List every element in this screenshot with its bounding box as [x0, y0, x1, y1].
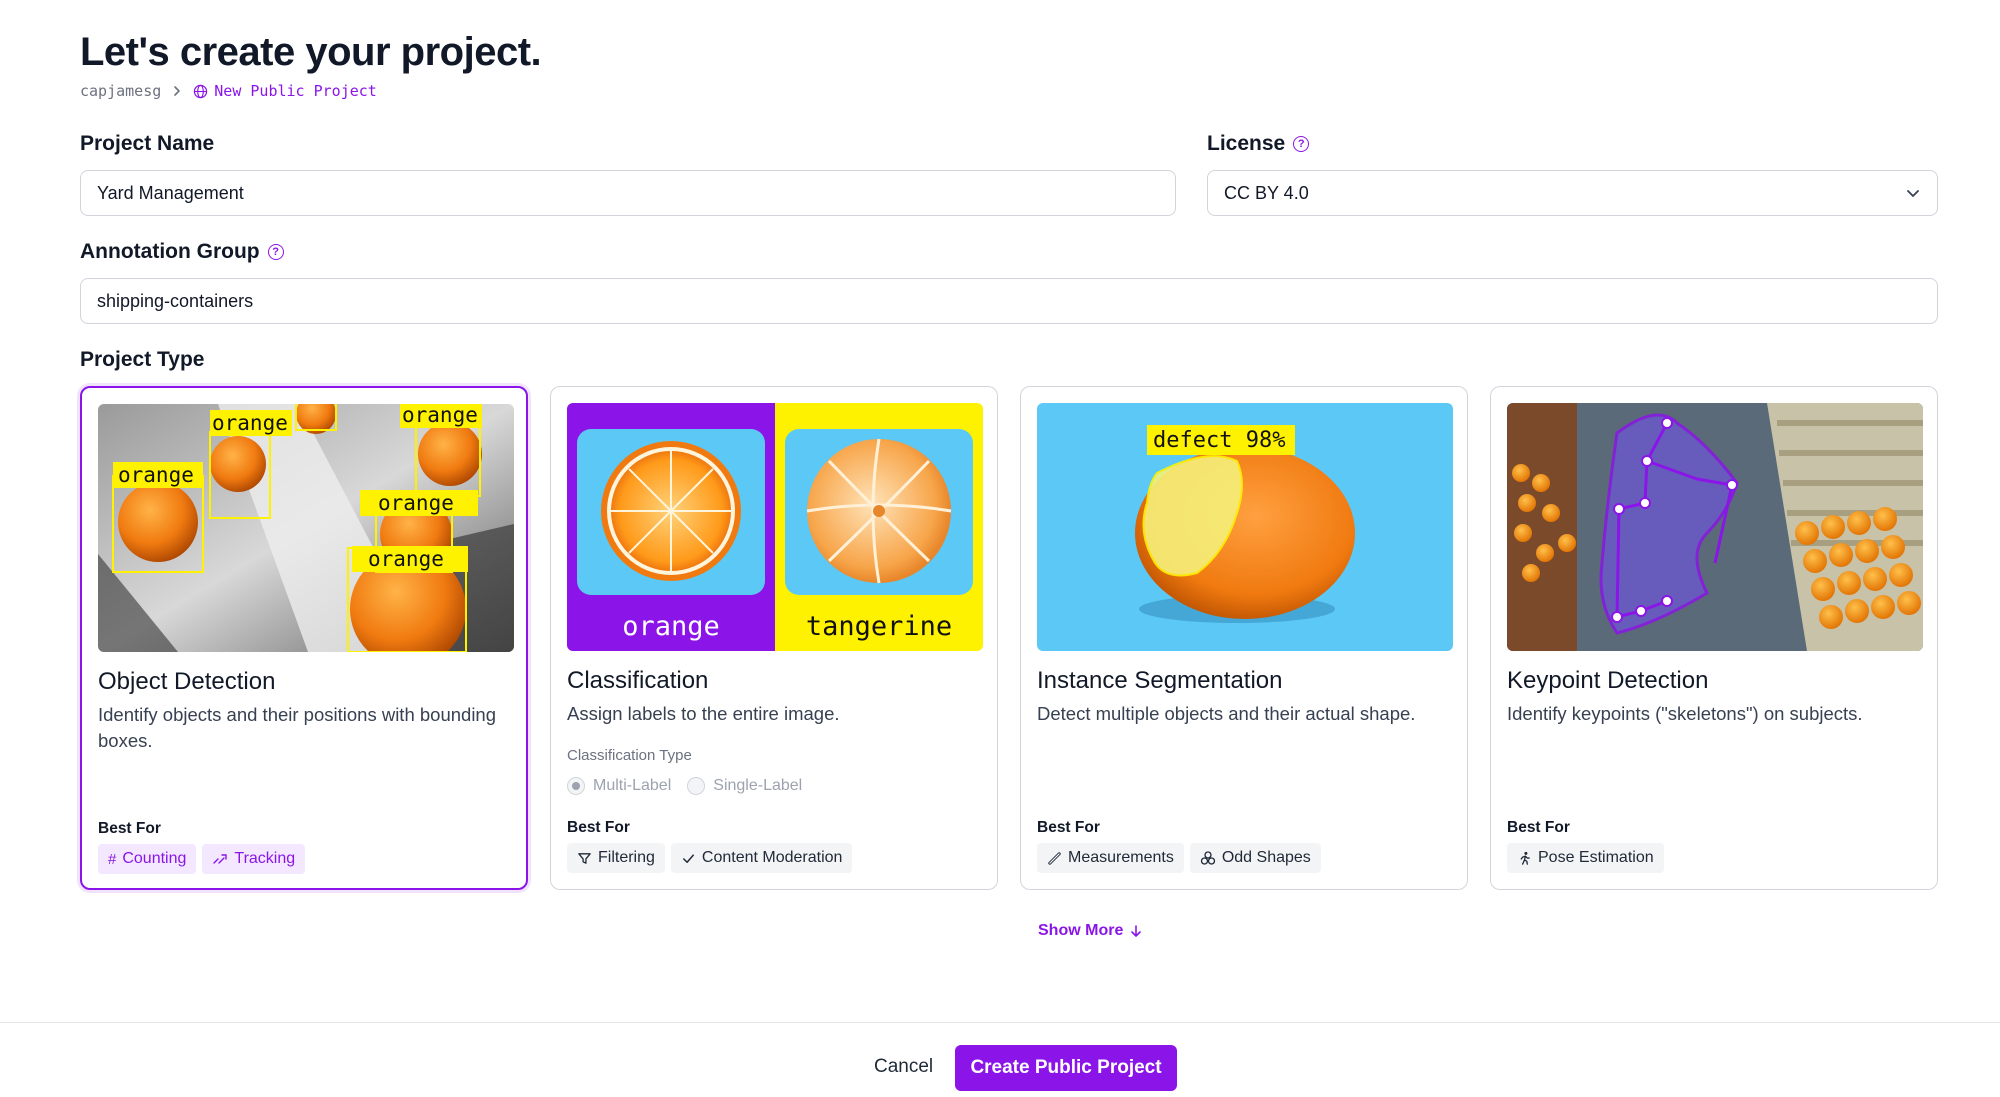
- project-name-field[interactable]: [80, 170, 1176, 216]
- tag-tracking: Tracking: [202, 844, 306, 874]
- card-title: Classification: [567, 667, 709, 694]
- card-description: Detect multiple objects and their actual…: [1037, 703, 1416, 724]
- classification-thumbnail: orange tangerine: [567, 403, 983, 651]
- project-type-card-instance-segmentation[interactable]: defect 98% Instance Segmentation Detect …: [1020, 386, 1468, 890]
- project-type-card-keypoint-detection[interactable]: Keypoint Detection Identify keypoints ("…: [1490, 386, 1938, 890]
- tag-label: Tracking: [234, 850, 296, 867]
- keypoint-detection-thumbnail: [1507, 403, 1923, 651]
- best-for-label: Best For: [1507, 819, 1570, 836]
- project-name-label: Project Name: [80, 132, 214, 156]
- project-type-label: Project Type: [80, 348, 204, 372]
- annotation-group-label-text: Annotation Group: [80, 240, 260, 263]
- hash-icon: #: [108, 850, 117, 868]
- filter-icon: [578, 852, 591, 864]
- radio-label: Multi-Label: [593, 777, 672, 794]
- tag-counting: # Counting: [98, 844, 197, 874]
- tag-content-moderation: Content Moderation: [670, 843, 853, 873]
- tag-label: Measurements: [1068, 849, 1174, 866]
- thumb-label: orange: [368, 547, 444, 571]
- tag-label: Content Moderation: [701, 849, 843, 866]
- classification-type-label: Classification Type: [567, 747, 692, 764]
- breadcrumb-current: New Public Project: [193, 82, 377, 100]
- breadcrumb-project-label: New Public Project: [214, 82, 377, 100]
- project-name-label-text: Project Name: [80, 132, 215, 155]
- object-detection-thumbnail: orange orange orange orange orange: [98, 404, 514, 652]
- chevron-right-icon: [171, 85, 183, 97]
- radio-single-label[interactable]: Single-Label: [687, 777, 802, 795]
- thumb-label-tangerine: tangerine: [806, 611, 952, 642]
- best-for-tags: Pose Estimation: [1507, 843, 1664, 873]
- radio-label: Single-Label: [713, 777, 803, 794]
- license-label-text: License: [1207, 132, 1286, 155]
- globe-icon: [194, 84, 208, 98]
- breadcrumb: capjamesg New Public Project: [80, 82, 377, 100]
- best-for-tags: Measurements Odd Shapes: [1037, 843, 1321, 873]
- instance-segmentation-thumbnail: defect 98%: [1037, 403, 1453, 651]
- annotation-group-label: Annotation Group ?: [80, 240, 284, 264]
- card-description: Identify objects and their positions wit…: [98, 704, 497, 751]
- tag-label: Counting: [122, 850, 187, 867]
- project-type-card-classification[interactable]: orange tangerine Classification Assign l…: [550, 386, 998, 890]
- radio-button[interactable]: [567, 777, 585, 795]
- card-description: Assign labels to the entire image.: [567, 703, 840, 724]
- shapes-icon: [1200, 851, 1215, 865]
- license-label: License ?: [1207, 132, 1310, 156]
- card-title: Object Detection: [98, 668, 276, 695]
- best-for-tags: # Counting Tracking: [98, 844, 306, 874]
- tag-odd-shapes: Odd Shapes: [1189, 843, 1321, 873]
- cancel-button[interactable]: Cancel: [858, 1044, 949, 1090]
- thumb-label-defect: defect 98%: [1153, 428, 1285, 453]
- create-public-project-button[interactable]: Create Public Project: [955, 1045, 1177, 1091]
- arrow-down-icon: [1131, 925, 1142, 937]
- breadcrumb-user[interactable]: capjamesg: [80, 82, 161, 100]
- classification-type-radios: Multi-Label Single-Label: [567, 777, 802, 795]
- help-icon[interactable]: ?: [1293, 136, 1310, 152]
- best-for-tags: Filtering Content Moderation: [567, 843, 853, 873]
- license-value: CC BY 4.0: [1224, 182, 1309, 203]
- page-title: Let's create your project.: [80, 30, 542, 74]
- license-select[interactable]: CC BY 4.0: [1207, 170, 1938, 216]
- person-running-icon: [1520, 851, 1530, 865]
- tag-label: Pose Estimation: [1538, 849, 1654, 866]
- tag-pose-estimation: Pose Estimation: [1507, 843, 1664, 873]
- tag-filtering: Filtering: [567, 843, 665, 873]
- radio-multi-label[interactable]: Multi-Label: [567, 777, 671, 795]
- tracking-icon: [213, 854, 228, 864]
- card-title: Instance Segmentation: [1037, 667, 1283, 694]
- best-for-label: Best For: [1037, 819, 1100, 836]
- thumb-label-orange: orange: [622, 611, 720, 642]
- tag-label: Filtering: [598, 849, 655, 866]
- project-type-label-text: Project Type: [80, 348, 205, 371]
- radio-button[interactable]: [687, 777, 706, 795]
- ruler-icon: [1048, 851, 1061, 865]
- check-icon: [682, 853, 694, 863]
- tag-label: Odd Shapes: [1221, 849, 1311, 866]
- thumb-label: orange: [402, 404, 478, 427]
- project-name-input[interactable]: [97, 182, 1159, 204]
- chevron-down-icon: [1907, 190, 1919, 197]
- thumb-label: orange: [212, 411, 288, 435]
- card-description: Identify keypoints ("skeletons") on subj…: [1507, 703, 1863, 724]
- show-more-label: Show More: [1038, 922, 1124, 939]
- project-type-card-object-detection[interactable]: orange orange orange orange orange Objec…: [80, 386, 528, 890]
- annotation-group-input[interactable]: [97, 290, 1921, 312]
- help-icon[interactable]: ?: [267, 244, 284, 260]
- annotation-group-field[interactable]: [80, 278, 1938, 324]
- best-for-label: Best For: [567, 819, 630, 836]
- show-more-button[interactable]: Show More: [1038, 922, 1143, 940]
- thumb-label: orange: [118, 463, 194, 487]
- card-title: Keypoint Detection: [1507, 667, 1709, 694]
- thumb-label: orange: [378, 491, 454, 515]
- best-for-label: Best For: [98, 820, 161, 837]
- tag-measurements: Measurements: [1037, 843, 1184, 873]
